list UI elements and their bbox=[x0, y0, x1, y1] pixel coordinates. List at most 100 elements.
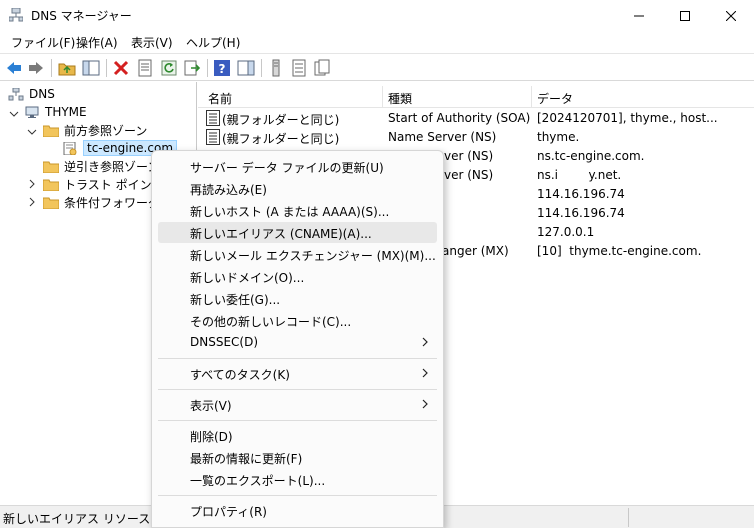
help-icon[interactable]: ? bbox=[213, 59, 231, 77]
menu-item-all-tasks[interactable]: すべてのタスク(K) bbox=[158, 363, 437, 384]
column-divider[interactable] bbox=[531, 86, 532, 108]
menu-item-reload[interactable]: 再読み込み(E) bbox=[158, 178, 437, 199]
menu-item-new-delegation[interactable]: 新しい委任(G)... bbox=[158, 288, 437, 309]
cell-data: 127.0.0.1 bbox=[537, 225, 595, 239]
tree-item-dns[interactable]: DNS bbox=[8, 85, 55, 103]
menu-item-new-alias[interactable]: 新しいエイリアス (CNAME)(A)... bbox=[158, 222, 437, 243]
tree-label-thyme: THYME bbox=[45, 105, 87, 119]
record-list-icon[interactable] bbox=[290, 59, 308, 77]
show-tree-icon[interactable] bbox=[82, 59, 100, 77]
menu-item-label: 表示(V) bbox=[190, 399, 232, 413]
server-icon[interactable] bbox=[267, 59, 285, 77]
chevron-right-icon bbox=[422, 337, 428, 347]
menu-help[interactable]: ヘルプ(H) bbox=[186, 34, 240, 51]
menu-item-delete[interactable]: 削除(D) bbox=[158, 425, 437, 446]
list-header: 名前 種類 データ bbox=[198, 86, 754, 108]
menu-item-new-mail-exchanger[interactable]: 新しいメール エクスチェンジャー (MX)(M)... bbox=[158, 244, 437, 265]
delete-icon[interactable] bbox=[112, 59, 130, 77]
menu-item-label: DNSSEC(D) bbox=[190, 335, 259, 349]
menu-item-label: 一覧のエクスポート(L)... bbox=[190, 474, 326, 488]
chevron-down-icon[interactable] bbox=[27, 127, 37, 137]
forward-arrow-icon[interactable] bbox=[27, 59, 45, 77]
cell-type: ver (NS) bbox=[444, 149, 494, 163]
svg-text:?: ? bbox=[219, 62, 226, 76]
menu-item-properties[interactable]: プロパティ(R) bbox=[158, 500, 437, 521]
toolbar-separator bbox=[261, 59, 262, 77]
export-list-icon[interactable] bbox=[183, 59, 201, 77]
menu-action[interactable]: 操作(A) bbox=[76, 34, 118, 51]
show-action-pane-icon[interactable] bbox=[237, 59, 255, 77]
menu-item-label: 新しいメール エクスチェンジャー (MX)(M)... bbox=[190, 249, 436, 263]
chevron-right-icon bbox=[422, 399, 428, 409]
menu-item-other-new-records[interactable]: その他の新しいレコード(C)... bbox=[158, 310, 437, 331]
folder-icon bbox=[43, 161, 59, 173]
chevron-right-icon[interactable] bbox=[27, 179, 37, 189]
cell-data: [2024120701], thyme., host... bbox=[537, 111, 718, 125]
column-header-name[interactable]: 名前 bbox=[208, 90, 232, 107]
menu-item-label: 新しいホスト (A または AAAA)(S)... bbox=[190, 205, 390, 219]
chevron-right-icon[interactable] bbox=[27, 197, 37, 207]
back-arrow-icon[interactable] bbox=[5, 59, 23, 77]
toolbar-separator bbox=[207, 59, 208, 77]
menu-item-export-list[interactable]: 一覧のエクスポート(L)... bbox=[158, 469, 437, 490]
menu-item-label: 新しいドメイン(O)... bbox=[190, 271, 305, 285]
cell-data: ns.i y.net. bbox=[537, 168, 622, 182]
menu-item-new-domain[interactable]: 新しいドメイン(O)... bbox=[158, 266, 437, 287]
menu-item-label: 削除(D) bbox=[190, 430, 233, 444]
tree-item-reverse-zones[interactable]: 逆引き参照ゾーン bbox=[43, 157, 159, 175]
server-icon bbox=[25, 106, 39, 118]
properties-icon[interactable] bbox=[136, 59, 154, 77]
refresh-icon[interactable] bbox=[160, 59, 178, 77]
close-icon bbox=[726, 10, 736, 21]
menu-item-label: 再読み込み(E) bbox=[190, 183, 267, 197]
menu-item-dnssec[interactable]: DNSSEC(D) bbox=[158, 332, 437, 353]
minimize-icon bbox=[634, 15, 644, 16]
toolbar: ? bbox=[0, 53, 754, 81]
menu-item-view[interactable]: 表示(V) bbox=[158, 394, 437, 415]
record-icon bbox=[206, 129, 220, 145]
chevron-right-icon bbox=[422, 368, 428, 378]
cell-name: (親フォルダーと同じ) bbox=[222, 132, 340, 146]
record-icon bbox=[206, 110, 220, 126]
records-icon[interactable] bbox=[313, 59, 331, 77]
menu-separator bbox=[158, 420, 437, 421]
cell-name: (親フォルダーと同じ) bbox=[222, 113, 340, 127]
menu-view[interactable]: 表示(V) bbox=[131, 34, 173, 51]
folder-icon bbox=[43, 179, 59, 191]
toolbar-separator bbox=[51, 59, 52, 77]
table-row[interactable]: (親フォルダーと同じ) Start of Authority (SOA) [20… bbox=[198, 109, 754, 128]
close-button[interactable] bbox=[708, 0, 754, 31]
cell-data: thyme. bbox=[537, 130, 580, 144]
menu-item-update-server-data-file[interactable]: サーバー データ ファイルの更新(U) bbox=[158, 156, 437, 177]
cell-data: 114.16.196.74 bbox=[537, 206, 625, 220]
tree-label-forward-zones: 前方参照ゾーン bbox=[64, 123, 148, 138]
menu-item-new-host[interactable]: 新しいホスト (A または AAAA)(S)... bbox=[158, 200, 437, 221]
table-row[interactable]: (親フォルダーと同じ) Name Server (NS) thyme. bbox=[198, 128, 754, 147]
menu-item-refresh[interactable]: 最新の情報に更新(F) bbox=[158, 447, 437, 468]
tree-item-trust-points[interactable]: トラスト ポイント bbox=[43, 175, 164, 193]
menu-file[interactable]: ファイル(F) bbox=[11, 34, 75, 51]
chevron-down-icon[interactable] bbox=[9, 109, 19, 119]
column-header-type[interactable]: 種類 bbox=[388, 90, 412, 107]
tree-label-trust-points: トラスト ポイント bbox=[64, 177, 164, 192]
menu-item-label: プロパティ(R) bbox=[190, 505, 267, 519]
tree-item-thyme[interactable]: THYME bbox=[24, 103, 87, 121]
minimize-button[interactable] bbox=[616, 0, 662, 31]
menu-item-label: 最新の情報に更新(F) bbox=[190, 452, 303, 466]
menu-item-label: 新しいエイリアス (CNAME)(A)... bbox=[190, 227, 372, 241]
maximize-icon bbox=[680, 10, 690, 21]
column-header-data[interactable]: データ bbox=[537, 90, 573, 107]
folder-icon bbox=[43, 125, 59, 137]
menu-item-label: すべてのタスク(K) bbox=[190, 368, 290, 382]
toolbar-separator bbox=[106, 59, 107, 77]
cell-data: [10] thyme.tc-engine.com. bbox=[537, 244, 702, 258]
column-divider[interactable] bbox=[382, 86, 383, 108]
tree-item-forward-zones[interactable]: 前方参照ゾーン bbox=[43, 121, 147, 139]
folder-icon bbox=[43, 197, 59, 209]
menu-separator bbox=[158, 495, 437, 496]
maximize-button[interactable] bbox=[662, 0, 708, 31]
cell-type: Name Server (NS) bbox=[388, 130, 497, 144]
up-folder-icon[interactable] bbox=[58, 59, 76, 77]
cell-type: anger (MX) bbox=[442, 244, 509, 258]
menu-item-label: サーバー データ ファイルの更新(U) bbox=[190, 161, 384, 175]
